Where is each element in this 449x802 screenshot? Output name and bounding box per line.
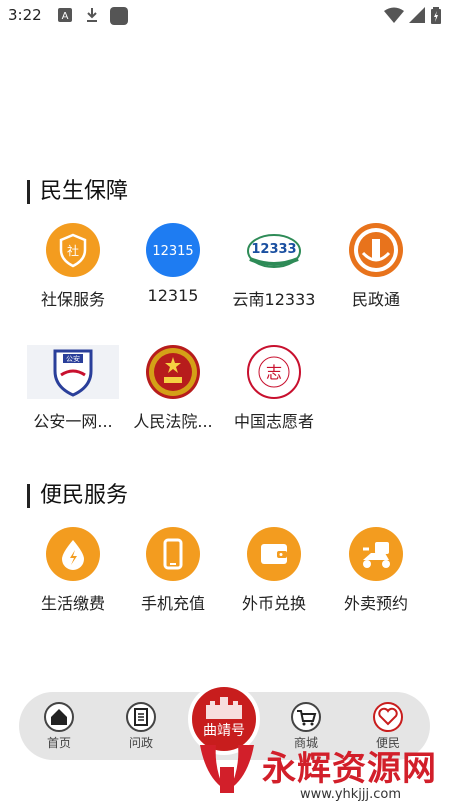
shield-icon: 社 [46, 223, 100, 277]
civil-affairs-icon [349, 223, 403, 277]
tab-inquiry[interactable]: 问政 [111, 702, 171, 751]
watermark-logo-icon [200, 745, 254, 793]
home-icon [44, 702, 74, 732]
police-icon: 公安 [27, 345, 119, 399]
download-icon [85, 7, 99, 27]
phone-topup-icon [146, 527, 200, 581]
service-label: 社保服务 [40, 290, 105, 309]
service-label: 生活缴费 [40, 594, 105, 613]
app-square-icon [110, 7, 128, 29]
service-bill-payment[interactable]: 生活缴费 [23, 527, 123, 614]
service-label: 公安一网... [33, 412, 113, 431]
court-emblem-icon [146, 345, 200, 399]
service-label: 云南12333 [232, 290, 316, 309]
service-label: 中国志愿者 [233, 412, 314, 431]
section-title-livelihood: 民生保障 [27, 180, 128, 204]
service-label: 人民法院... [133, 412, 213, 431]
wifi-icon [384, 7, 404, 27]
svg-text:公安: 公安 [66, 354, 80, 363]
service-yunnan-12333[interactable]: 12333 云南12333 [224, 223, 324, 310]
city-skyline-icon [206, 697, 242, 719]
svg-text:12315: 12315 [152, 244, 193, 259]
service-court[interactable]: 人民法院... [123, 345, 223, 432]
signal-icon [409, 7, 425, 27]
watermark: 永辉资源网 www.yhkjjj.com [190, 735, 449, 802]
service-food-delivery[interactable]: 外卖预约 [326, 527, 426, 614]
svg-text:A: A [62, 11, 69, 22]
svg-text:12333: 12333 [251, 242, 296, 257]
status-time: 3:22 [8, 6, 42, 24]
status-bar: 3:22 A [0, 0, 449, 30]
svg-text:社: 社 [67, 243, 79, 258]
document-icon [126, 702, 156, 732]
battery-icon [431, 7, 441, 28]
service-label: 民政通 [351, 290, 400, 309]
cart-icon [291, 702, 321, 732]
service-phone-topup[interactable]: 手机充值 [123, 527, 223, 614]
bill-payment-icon [46, 527, 100, 581]
service-social-security[interactable]: 社 社保服务 [23, 223, 123, 310]
service-currency-exchange[interactable]: 外币兑换 [224, 527, 324, 614]
tab-home[interactable]: 首页 [29, 702, 89, 751]
hrss-12333-icon: 12333 [246, 223, 302, 277]
service-civil-affairs[interactable]: 民政通 [326, 223, 426, 310]
tab-label: 首页 [46, 736, 71, 750]
service-police[interactable]: 公安 公安一网... [23, 345, 123, 432]
delivery-scooter-icon [349, 527, 403, 581]
service-label: 外卖预约 [343, 594, 408, 613]
svg-text:志: 志 [266, 363, 282, 382]
service-label: 外币兑换 [241, 594, 306, 613]
volunteer-icon: 志 [247, 345, 301, 399]
service-12315[interactable]: 12315 12315 [123, 223, 223, 305]
watermark-text: 永辉资源网 [262, 749, 437, 789]
notification-a-icon: A [58, 7, 72, 26]
service-label: 手机充值 [140, 594, 205, 613]
tab-label: 问政 [128, 736, 153, 750]
heart-icon [373, 702, 403, 732]
service-label: 12315 [147, 286, 199, 305]
consumer-12315-icon: 12315 [146, 223, 200, 277]
service-volunteer[interactable]: 志 中国志愿者 [224, 345, 324, 432]
section-title-convenience: 便民服务 [27, 484, 128, 508]
wallet-icon [247, 527, 301, 581]
